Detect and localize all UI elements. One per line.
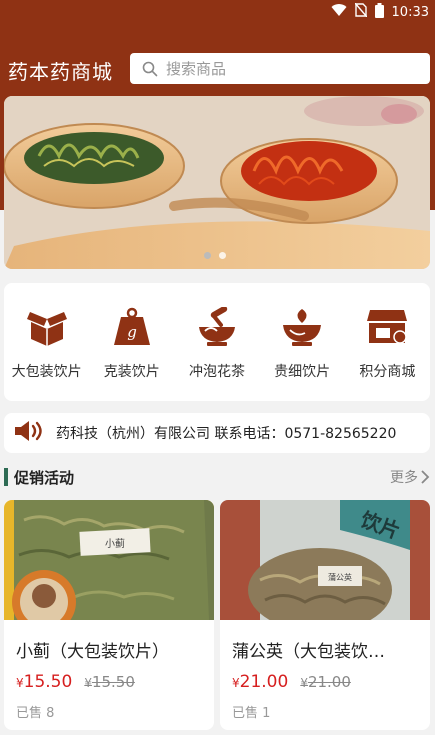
- product-prices: ¥21.00 ¥21.00: [232, 672, 351, 692]
- category-item-gram[interactable]: g 克装饮片: [90, 305, 174, 381]
- product-price: ¥21.00: [232, 672, 289, 692]
- notice-text: 药科技（杭州）有限公司 联系电话：0571-82565220: [56, 426, 397, 442]
- product-prices: ¥15.50 ¥15.50: [16, 672, 135, 692]
- product-card[interactable]: 小蓟 小蓟（大包装饮片） ¥15.50 ¥15.50 已售 8: [4, 500, 214, 730]
- battery-icon: [374, 2, 384, 22]
- product-name: 小蓟（大包装饮片）: [16, 642, 169, 662]
- section-accent-bar: [4, 468, 8, 486]
- app-title: 药本药商城: [8, 60, 113, 84]
- product-name: 蒲公英（大包装饮…: [232, 642, 385, 662]
- category-item-tea[interactable]: 冲泡花茶: [175, 305, 259, 381]
- category-panel: 大包装饮片 g 克装饮片 冲泡花茶 贵细饮片 积分商城: [4, 283, 430, 401]
- status-time: 10:33: [391, 4, 429, 20]
- product-old-price: ¥15.50: [84, 673, 135, 691]
- svg-text:g: g: [127, 323, 137, 341]
- box-icon: [25, 305, 69, 349]
- section-title-text: 促销活动: [14, 468, 75, 487]
- bowl-herb-icon: [280, 305, 324, 349]
- shop-icon: [365, 305, 409, 349]
- search-input[interactable]: 搜索商品: [130, 53, 430, 84]
- category-label: 积分商城: [359, 364, 416, 380]
- notice-bar[interactable]: 药科技（杭州）有限公司 联系电话：0571-82565220: [4, 413, 430, 453]
- no-sim-icon: [353, 2, 368, 21]
- banner-carousel[interactable]: [4, 96, 430, 269]
- category-label: 克装饮片: [103, 364, 160, 380]
- category-label: 贵细饮片: [274, 364, 331, 380]
- promo-section-header: 促销活动 更多: [4, 464, 430, 490]
- product-price: ¥15.50: [16, 672, 73, 692]
- package-label-text: 蒲公英: [328, 572, 352, 582]
- carousel-dot-active[interactable]: [204, 252, 211, 259]
- category-item-bulk[interactable]: 大包装饮片: [5, 305, 89, 381]
- product-sold-count: 已售 8: [16, 706, 55, 721]
- weight-icon: g: [110, 305, 154, 349]
- speaker-icon: [14, 420, 46, 446]
- product-old-price: ¥21.00: [300, 673, 351, 691]
- category-item-points[interactable]: 积分商城: [345, 305, 429, 381]
- section-title: 促销活动: [4, 467, 74, 488]
- search-placeholder: 搜索商品: [166, 60, 227, 78]
- chevron-right-icon: [421, 470, 430, 484]
- carousel-dot[interactable]: [219, 252, 226, 259]
- package-label-text: 小蓟: [105, 537, 125, 550]
- category-label: 冲泡花茶: [188, 364, 245, 380]
- mortar-icon: [195, 305, 239, 349]
- banner-image: [4, 96, 430, 269]
- more-label: 更多: [390, 470, 418, 486]
- wifi-icon: [331, 3, 347, 21]
- product-image: 小蓟: [4, 500, 214, 620]
- carousel-indicator: [204, 252, 226, 259]
- search-icon: [142, 61, 158, 76]
- category-label: 大包装饮片: [11, 364, 82, 380]
- category-item-premium[interactable]: 贵细饮片: [260, 305, 344, 381]
- status-bar: 10:33: [0, 0, 435, 24]
- product-image: 饮片 蒲公英: [220, 500, 430, 620]
- product-card[interactable]: 饮片 蒲公英 蒲公英（大包装饮… ¥21.00 ¥21.00 已售 1: [220, 500, 430, 730]
- product-sold-count: 已售 1: [232, 706, 271, 721]
- more-link[interactable]: 更多: [390, 467, 430, 487]
